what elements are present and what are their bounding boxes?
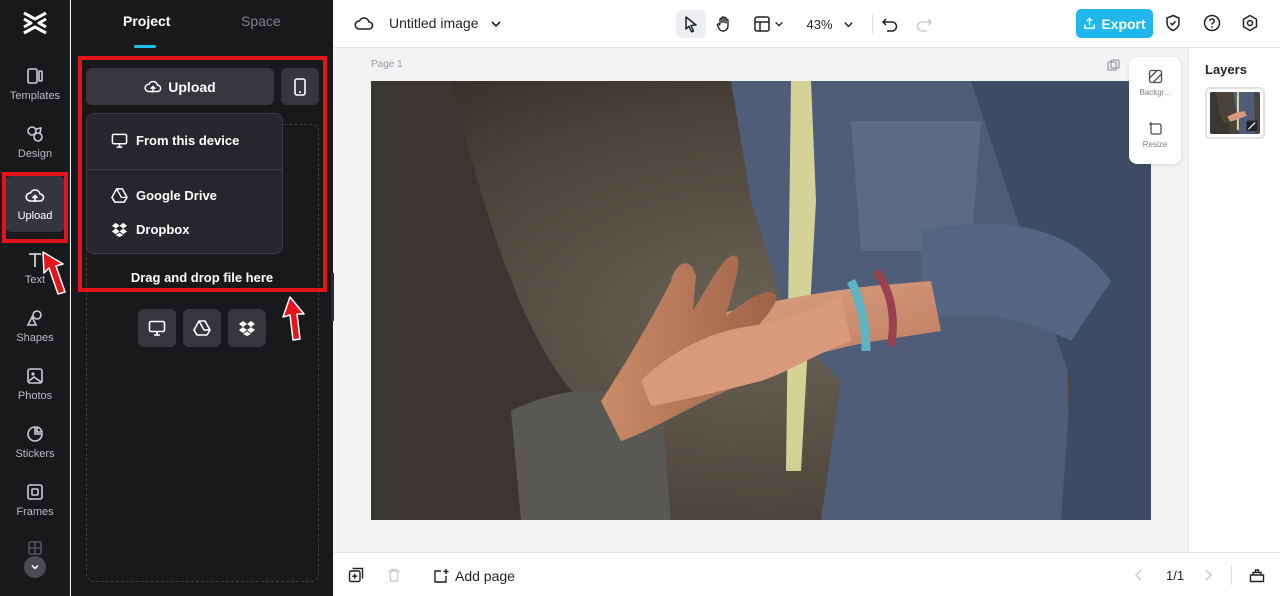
rail-item-label: Frames (16, 506, 54, 518)
export-button[interactable]: Export (1076, 9, 1153, 38)
annotation-box-upload-rail (2, 172, 68, 243)
undo-button[interactable] (880, 10, 900, 38)
annotation-box-upload-menu (78, 56, 327, 292)
dropbox-icon (239, 321, 255, 336)
canvas-image[interactable] (371, 81, 1151, 520)
google-drive-icon (193, 320, 211, 336)
document-title[interactable]: Untitled image (389, 15, 479, 31)
chevron-down-icon (843, 21, 853, 27)
bottombar-divider (1231, 565, 1232, 585)
expand-rail-button[interactable] (24, 556, 46, 578)
trash-icon[interactable] (386, 567, 402, 583)
undo-icon (881, 18, 898, 32)
page-indicator: 1/1 (1166, 568, 1185, 583)
rail-item-photos[interactable]: Photos (4, 356, 66, 412)
export-button-label: Export (1101, 15, 1146, 32)
dropbox-button[interactable] (228, 309, 266, 347)
layout-icon (753, 16, 770, 32)
resize-tool-button[interactable]: Resize (1129, 121, 1181, 149)
more-tools-icon[interactable] (27, 540, 43, 556)
capcut-logo[interactable] (21, 10, 49, 36)
export-icon (1084, 17, 1096, 29)
settings-gear-icon[interactable] (1241, 14, 1259, 32)
duplicate-page-icon[interactable] (348, 567, 364, 583)
layer-thumbnail[interactable] (1205, 87, 1265, 139)
add-page-label: Add page (455, 567, 515, 584)
bottom-toolbar: Add page 1/1 (334, 552, 1280, 596)
device-upload-button[interactable] (138, 309, 176, 347)
stickers-icon (27, 425, 44, 442)
rail-item-stickers[interactable]: Stickers (4, 414, 66, 470)
background-tool-button[interactable]: Backgr... (1129, 69, 1181, 97)
shapes-icon (26, 310, 42, 326)
rail-item-shapes[interactable]: Shapes (4, 298, 66, 354)
rail-item-label: Photos (17, 390, 53, 402)
chevron-left-icon[interactable] (1131, 567, 1147, 583)
annotation-arrow-icon (42, 251, 66, 295)
background-icon (1148, 69, 1162, 84)
monitor-icon (148, 320, 166, 336)
hand-tool-button[interactable] (712, 10, 736, 38)
chevron-down-icon (31, 564, 39, 570)
floating-tools: Backgr... Resize (1129, 57, 1181, 164)
redo-button[interactable] (914, 10, 934, 38)
shield-icon[interactable] (1164, 14, 1182, 32)
templates-icon (27, 68, 43, 84)
rail-item-label: Shapes (16, 332, 54, 344)
toolbar-divider (872, 14, 873, 34)
layout-menu-button[interactable] (750, 10, 786, 38)
active-tab-indicator (134, 45, 156, 48)
layer-image-thumbnail (1210, 92, 1260, 134)
add-page-icon (434, 569, 449, 583)
design-icon (27, 126, 43, 142)
rail-item-frames[interactable]: Frames (4, 472, 66, 528)
zoom-level: 43% (806, 16, 833, 32)
annotation-arrow-icon (282, 296, 305, 341)
chevron-down-icon[interactable] (490, 18, 502, 30)
resize-icon (1148, 122, 1162, 135)
rail-item-label: Design (17, 148, 53, 160)
cloud-sync-icon[interactable] (354, 14, 374, 34)
duplicate-page-icon[interactable] (1107, 59, 1120, 72)
help-icon[interactable] (1203, 14, 1221, 32)
pages-panel-icon[interactable] (1249, 567, 1265, 583)
tab-project[interactable]: Project (123, 13, 170, 29)
layers-title: Layers (1205, 62, 1247, 77)
rail-item-label: Stickers (15, 448, 55, 460)
chevron-down-icon (774, 21, 783, 27)
rail-item-design[interactable]: Design (4, 114, 66, 170)
tab-space[interactable]: Space (241, 13, 281, 29)
photos-icon (27, 368, 43, 384)
frames-icon (27, 484, 43, 500)
zoom-control[interactable]: 43% (800, 10, 860, 38)
add-page-button[interactable]: Add page (433, 567, 515, 584)
resize-tool-label: Resize (1142, 140, 1168, 149)
rail-item-templates[interactable]: Templates (4, 56, 66, 112)
background-tool-label: Backgr... (1139, 88, 1171, 97)
top-toolbar: Untitled image 43% Export (334, 0, 1280, 48)
pointer-icon (685, 16, 697, 33)
rail-item-label: Templates (9, 90, 61, 102)
layers-panel: Layers (1188, 48, 1280, 552)
left-rail: Templates Design Upload Text Shapes Phot… (0, 0, 70, 596)
page-label: Page 1 (371, 59, 403, 70)
select-tool-button[interactable] (676, 10, 706, 38)
chevron-right-icon[interactable] (1200, 567, 1216, 583)
canvas-area: Page 1 Backgr... Resize (334, 48, 1188, 552)
google-drive-button[interactable] (183, 309, 221, 347)
hands-photo (371, 81, 1151, 520)
redo-icon (916, 18, 933, 32)
hand-icon (716, 16, 729, 32)
